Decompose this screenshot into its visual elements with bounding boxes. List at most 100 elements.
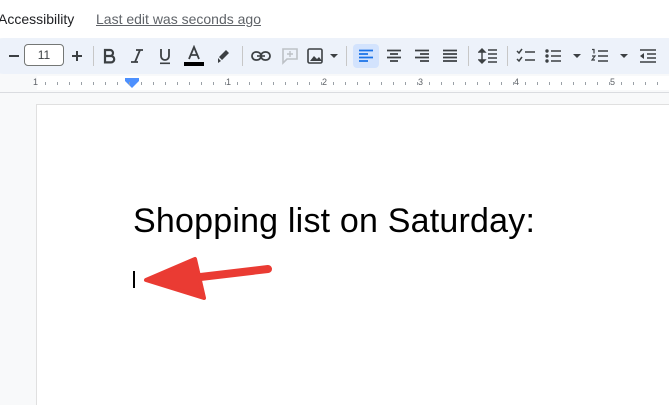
ruler-tick [141, 82, 142, 85]
ruler-tick [45, 82, 46, 85]
ruler-tick [153, 82, 154, 85]
ruler-label: 4 [514, 77, 520, 87]
ruler-tick [573, 82, 574, 85]
ruler-tick [489, 82, 490, 85]
ruler-tick [597, 82, 598, 85]
ruler-tick [345, 82, 346, 85]
ruler-tick [93, 82, 94, 85]
ruler-tick [357, 82, 358, 85]
ruler-tick [297, 82, 298, 85]
ruler-tick [393, 82, 394, 85]
ruler-tick [429, 82, 430, 85]
align-center-icon [387, 49, 401, 62]
ruler-tick [501, 82, 502, 85]
ruler-tick [645, 82, 646, 85]
plus-icon [72, 51, 82, 61]
red-arrow-annotation [144, 257, 272, 300]
ruler-tick [81, 82, 82, 85]
highlighter-icon [218, 50, 229, 63]
align-left-button[interactable] [353, 44, 379, 68]
decrease-indent-icon [640, 49, 656, 63]
ruler-tick [129, 82, 130, 85]
toolbar-divider [346, 46, 347, 66]
ruler-tick [561, 82, 562, 85]
link-icon [251, 51, 271, 61]
ruler-tick [465, 82, 466, 85]
bold-button[interactable] [98, 44, 120, 68]
last-edit-link[interactable]: Last edit was seconds ago [96, 11, 261, 27]
ruler-tick [225, 82, 226, 85]
menu-bar: Accessibility Last edit was seconds ago [0, 0, 669, 38]
numbered-list-icon [591, 48, 628, 62]
document-text-line[interactable]: Shopping list on Saturday: [133, 202, 535, 241]
menu-accessibility[interactable]: Accessibility [0, 11, 74, 27]
ruler-tick [189, 82, 190, 85]
ruler-tick [69, 82, 70, 85]
bulleted-list-button[interactable] [543, 44, 583, 68]
underline-button[interactable] [154, 44, 176, 68]
toolbar-divider [507, 46, 508, 66]
ruler-tick [333, 82, 334, 85]
decrease-indent-button[interactable] [636, 44, 660, 68]
indent-marker-icon[interactable] [124, 77, 140, 89]
italic-button[interactable] [126, 44, 148, 68]
numbered-list-button[interactable] [590, 44, 630, 68]
add-comment-button[interactable] [278, 44, 302, 68]
ruler-tick [249, 82, 250, 85]
ruler-tick [213, 82, 214, 85]
ruler-tick [237, 82, 238, 85]
ruler-tick [537, 82, 538, 85]
ruler-tick [309, 82, 310, 85]
checklist-icon [516, 48, 535, 63]
font-size-input[interactable]: 11 [24, 44, 64, 66]
ruler-label: 1 [33, 77, 39, 87]
ruler-tick [381, 82, 382, 85]
bold-icon [103, 48, 116, 64]
toolbar-divider [242, 46, 243, 66]
ruler-label: 5 [610, 77, 616, 87]
toolbar-divider [468, 46, 469, 66]
ruler-tick [105, 82, 106, 85]
text-color-icon [184, 45, 204, 66]
insert-link-button[interactable] [249, 44, 273, 68]
ruler-tick [369, 82, 370, 85]
ruler-tick [453, 82, 454, 85]
minus-icon [9, 55, 19, 57]
ruler-tick [405, 82, 406, 85]
text-color-button[interactable] [182, 44, 206, 68]
line-spacing-button[interactable] [475, 44, 501, 68]
ruler-tick [585, 82, 586, 85]
ruler-tick [477, 82, 478, 85]
decrease-font-size-button[interactable] [4, 44, 24, 68]
ruler-tick [609, 82, 610, 85]
ruler-tick [201, 82, 202, 85]
ruler-tick [513, 82, 514, 85]
increase-font-size-button[interactable] [66, 44, 88, 68]
checklist-button[interactable] [513, 44, 539, 68]
toolbar-divider [93, 46, 94, 66]
document-page[interactable] [37, 105, 669, 405]
ruler-tick [261, 82, 262, 85]
ruler-tick [633, 82, 634, 85]
ruler-tick [285, 82, 286, 85]
ruler-tick [657, 82, 658, 85]
ruler-tick [417, 82, 418, 85]
image-icon [307, 48, 338, 64]
ruler-label: 3 [418, 77, 424, 87]
ruler-tick [525, 82, 526, 85]
justify-button[interactable] [438, 44, 462, 68]
ruler-tick [117, 82, 118, 85]
ruler-tick [621, 82, 622, 85]
ruler-tick [321, 82, 322, 85]
align-right-button[interactable] [410, 44, 434, 68]
align-left-icon [359, 49, 373, 62]
ruler-tick [165, 82, 166, 85]
align-center-button[interactable] [382, 44, 406, 68]
ruler-tick [549, 82, 550, 85]
ruler-tick [441, 82, 442, 85]
justify-icon [443, 49, 457, 62]
highlight-color-button[interactable] [212, 44, 236, 68]
bulleted-list-icon [545, 49, 581, 63]
ruler-tick [273, 82, 274, 85]
insert-image-button[interactable] [305, 44, 341, 68]
